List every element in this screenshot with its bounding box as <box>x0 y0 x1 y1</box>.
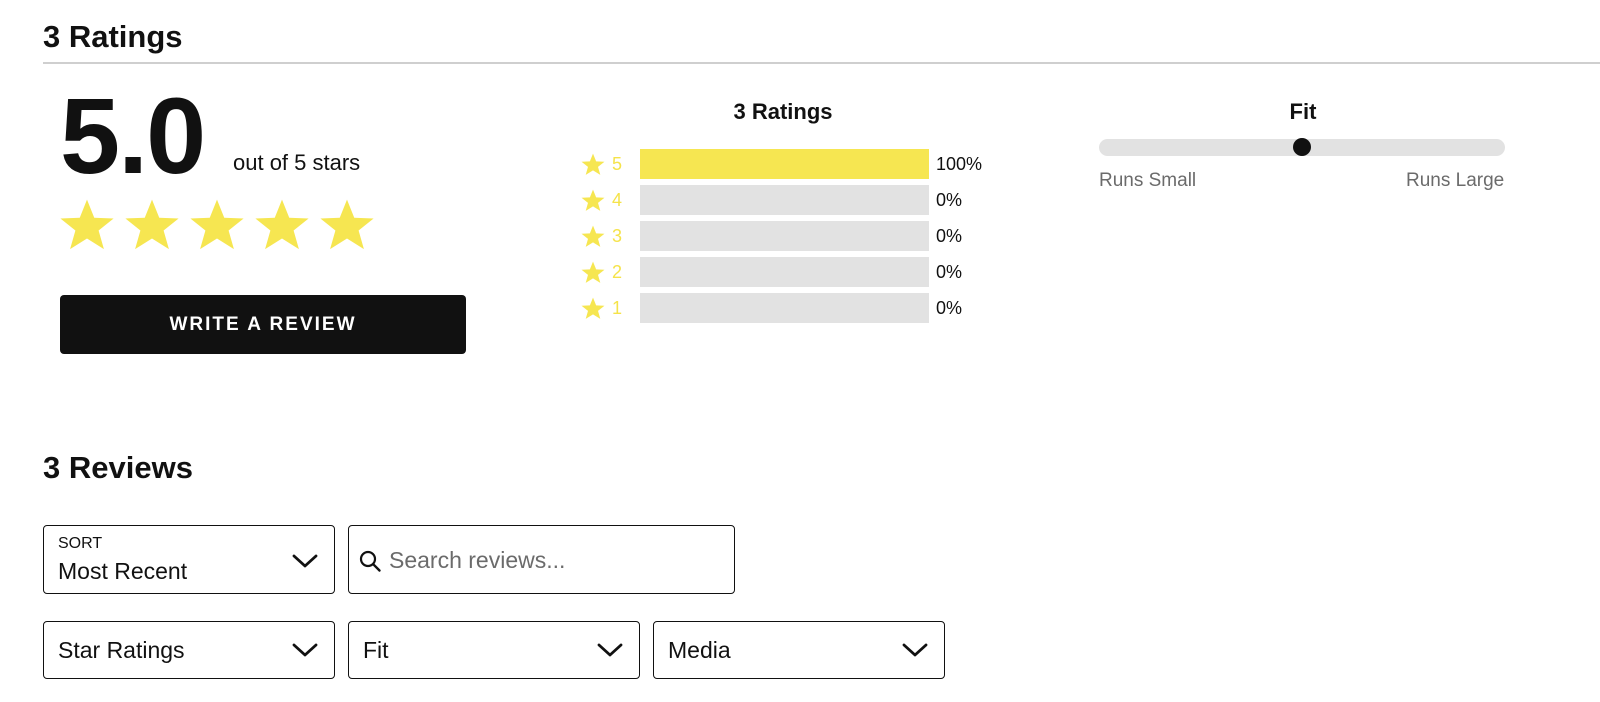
section-divider <box>43 62 1600 64</box>
fit-min-label: Runs Small <box>1099 170 1197 191</box>
star-icon <box>581 261 605 283</box>
rating-row-3[interactable]: 3 0% <box>580 221 962 251</box>
rating-row-percent: 0% <box>936 189 963 210</box>
rating-row-star-number: 2 <box>612 261 623 282</box>
rating-row-2[interactable]: 2 0% <box>580 257 962 287</box>
star-icon <box>581 153 605 175</box>
chevron-down-icon <box>291 552 319 570</box>
rating-row-percent: 100% <box>936 153 983 174</box>
rating-bar[interactable] <box>640 293 929 323</box>
star-icon <box>581 297 605 319</box>
chevron-down-icon <box>291 641 319 659</box>
ratings-heading: 3 Ratings <box>43 19 183 54</box>
star-ratings-filter[interactable]: Star Ratings <box>43 621 335 679</box>
sort-value: Most Recent <box>58 558 188 584</box>
star-icon <box>581 225 605 247</box>
sort-dropdown[interactable]: SORT Most Recent <box>43 525 335 594</box>
rating-row-percent: 0% <box>936 225 963 246</box>
rating-row-star-number: 1 <box>612 297 623 318</box>
rating-row-1[interactable]: 1 0% <box>580 293 962 323</box>
rating-row-percent: 0% <box>936 297 963 318</box>
rating-row-star-number: 3 <box>612 225 623 246</box>
search-input[interactable] <box>389 544 719 576</box>
rating-bar-fill <box>640 149 929 179</box>
write-review-button[interactable]: WRITE A REVIEW <box>60 295 466 354</box>
fit-max-label: Runs Large <box>1406 170 1505 191</box>
star-icon <box>320 199 374 250</box>
fit-title: Fit <box>1289 99 1317 124</box>
rating-bar[interactable] <box>640 221 929 251</box>
distribution-title: 3 Ratings <box>733 99 833 124</box>
average-score: 5.0 <box>60 75 206 196</box>
star-icon <box>255 199 309 250</box>
chevron-down-icon <box>901 641 929 659</box>
average-stars <box>57 196 377 254</box>
rating-bar[interactable] <box>640 149 929 179</box>
rating-bar[interactable] <box>640 185 929 215</box>
search-field[interactable] <box>348 525 735 594</box>
rating-row-4[interactable]: 4 0% <box>580 185 962 215</box>
fit-marker <box>1293 138 1311 156</box>
rating-bar[interactable] <box>640 257 929 287</box>
fit-filter[interactable]: Fit <box>348 621 640 679</box>
media-filter-label: Media <box>668 637 731 663</box>
fit-scale-track <box>1099 138 1505 156</box>
star-icon <box>60 199 114 250</box>
chevron-down-icon <box>596 641 624 659</box>
rating-row-star-number: 5 <box>612 153 623 174</box>
rating-row-percent: 0% <box>936 261 963 282</box>
star-icon <box>125 199 179 250</box>
rating-row-star-number: 4 <box>612 189 623 210</box>
rating-row-5[interactable]: 5 100% <box>580 149 982 179</box>
star-ratings-filter-label: Star Ratings <box>58 637 185 663</box>
star-icon <box>581 189 605 211</box>
out-of-label: out of 5 stars <box>233 150 361 175</box>
media-filter[interactable]: Media <box>653 621 945 679</box>
reviews-heading: 3 Reviews <box>43 450 193 485</box>
fit-filter-label: Fit <box>363 637 389 663</box>
sort-caption: SORT <box>58 535 103 552</box>
star-icon <box>190 199 244 250</box>
search-icon <box>359 550 381 572</box>
